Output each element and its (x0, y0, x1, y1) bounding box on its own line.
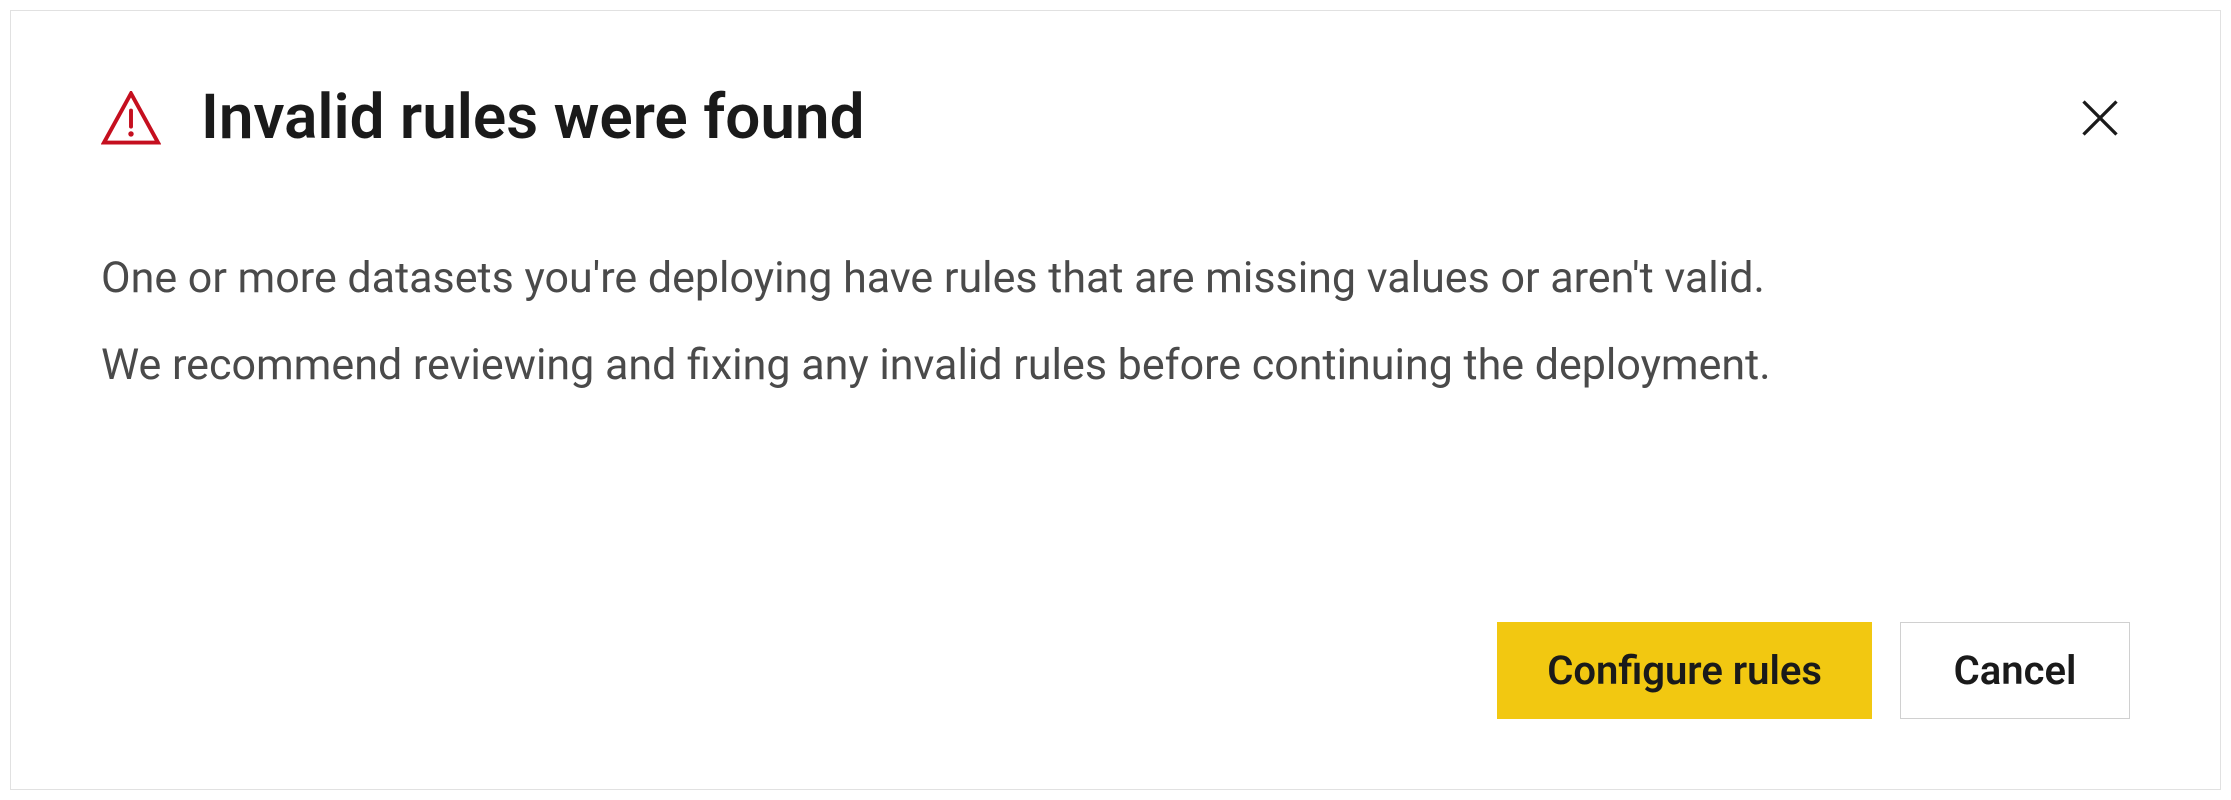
dialog-body-line2: We recommend reviewing and fixing any in… (101, 332, 2130, 399)
invalid-rules-dialog: Invalid rules were found One or more dat… (10, 10, 2221, 790)
cancel-button[interactable]: Cancel (1900, 622, 2130, 719)
title-group: Invalid rules were found (101, 81, 864, 155)
dialog-footer: Configure rules Cancel (101, 622, 2130, 719)
dialog-title: Invalid rules were found (201, 81, 864, 155)
configure-rules-button[interactable]: Configure rules (1497, 622, 1872, 719)
close-icon (2078, 96, 2122, 140)
dialog-body-line1: One or more datasets you're deploying ha… (101, 245, 2130, 312)
dialog-header: Invalid rules were found (101, 81, 2130, 155)
dialog-body: One or more datasets you're deploying ha… (101, 245, 2130, 582)
warning-triangle-icon (101, 91, 161, 145)
close-button[interactable] (2070, 88, 2130, 148)
